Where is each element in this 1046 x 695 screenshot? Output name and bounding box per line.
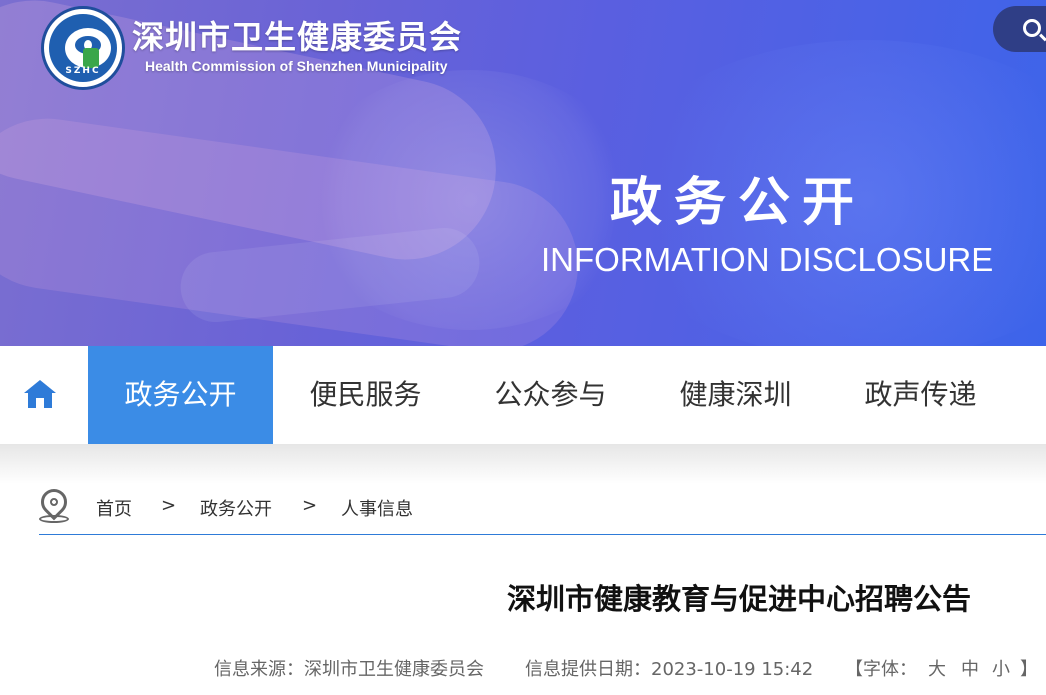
font-size-label: 【字体： [845, 659, 917, 680]
site-subtitle: Health Commission of Shenzhen Municipali… [145, 58, 448, 74]
header-banner: SZHC 深圳市卫生健康委员会 Health Commission of She… [0, 0, 1046, 346]
logo-person-icon [83, 48, 99, 68]
font-size-large[interactable]: 大 [928, 655, 946, 681]
banner-foam-image [300, 70, 640, 330]
breadcrumb-home[interactable]: 首页 [96, 495, 132, 521]
search-button[interactable] [993, 6, 1046, 52]
breadcrumb-separator: > [161, 495, 177, 516]
nav-item-disclosure[interactable]: 政务公开 [88, 346, 273, 444]
nav-item-voice[interactable]: 政声传递 [828, 346, 1013, 444]
site-title[interactable]: 深圳市卫生健康委员会 [132, 12, 462, 58]
location-pin-dot [48, 496, 60, 508]
nav-item-healthy-shenzhen[interactable]: 健康深圳 [643, 346, 828, 444]
logo-text: SZHC [65, 66, 101, 76]
main-nav: 政务公开 便民服务 公众参与 健康深圳 政声传递 [0, 346, 1046, 444]
nav-shadow [0, 444, 1046, 484]
breadcrumb: 首页 > 政务公开 > 人事信息 [35, 483, 1046, 535]
location-pin-base [39, 515, 69, 523]
search-icon [1023, 19, 1041, 37]
font-size-medium[interactable]: 中 [961, 655, 979, 681]
home-button[interactable] [0, 346, 88, 444]
logo-ring: SZHC [49, 14, 117, 82]
breadcrumb-separator: > [302, 495, 318, 516]
font-size-small[interactable]: 小 [992, 655, 1010, 681]
article-source: 信息来源：深圳市卫生健康委员会 [214, 659, 484, 680]
banner-subtitle: INFORMATION DISCLOSURE [541, 241, 994, 278]
font-size-close: 】 [1020, 659, 1038, 680]
site-logo[interactable]: SZHC [41, 6, 125, 90]
banner-title: 政务公开 [610, 172, 867, 233]
article-date: 信息提供日期：2023-10-19 15:42 [525, 659, 814, 680]
article-title: 深圳市健康教育与促进中心招聘公告 [507, 582, 972, 616]
nav-item-services[interactable]: 便民服务 [273, 346, 458, 444]
nav-item-participation[interactable]: 公众参与 [458, 346, 643, 444]
home-icon-door [36, 398, 44, 408]
breadcrumb-personnel[interactable]: 人事信息 [341, 495, 413, 521]
breadcrumb-disclosure[interactable]: 政务公开 [200, 495, 272, 521]
